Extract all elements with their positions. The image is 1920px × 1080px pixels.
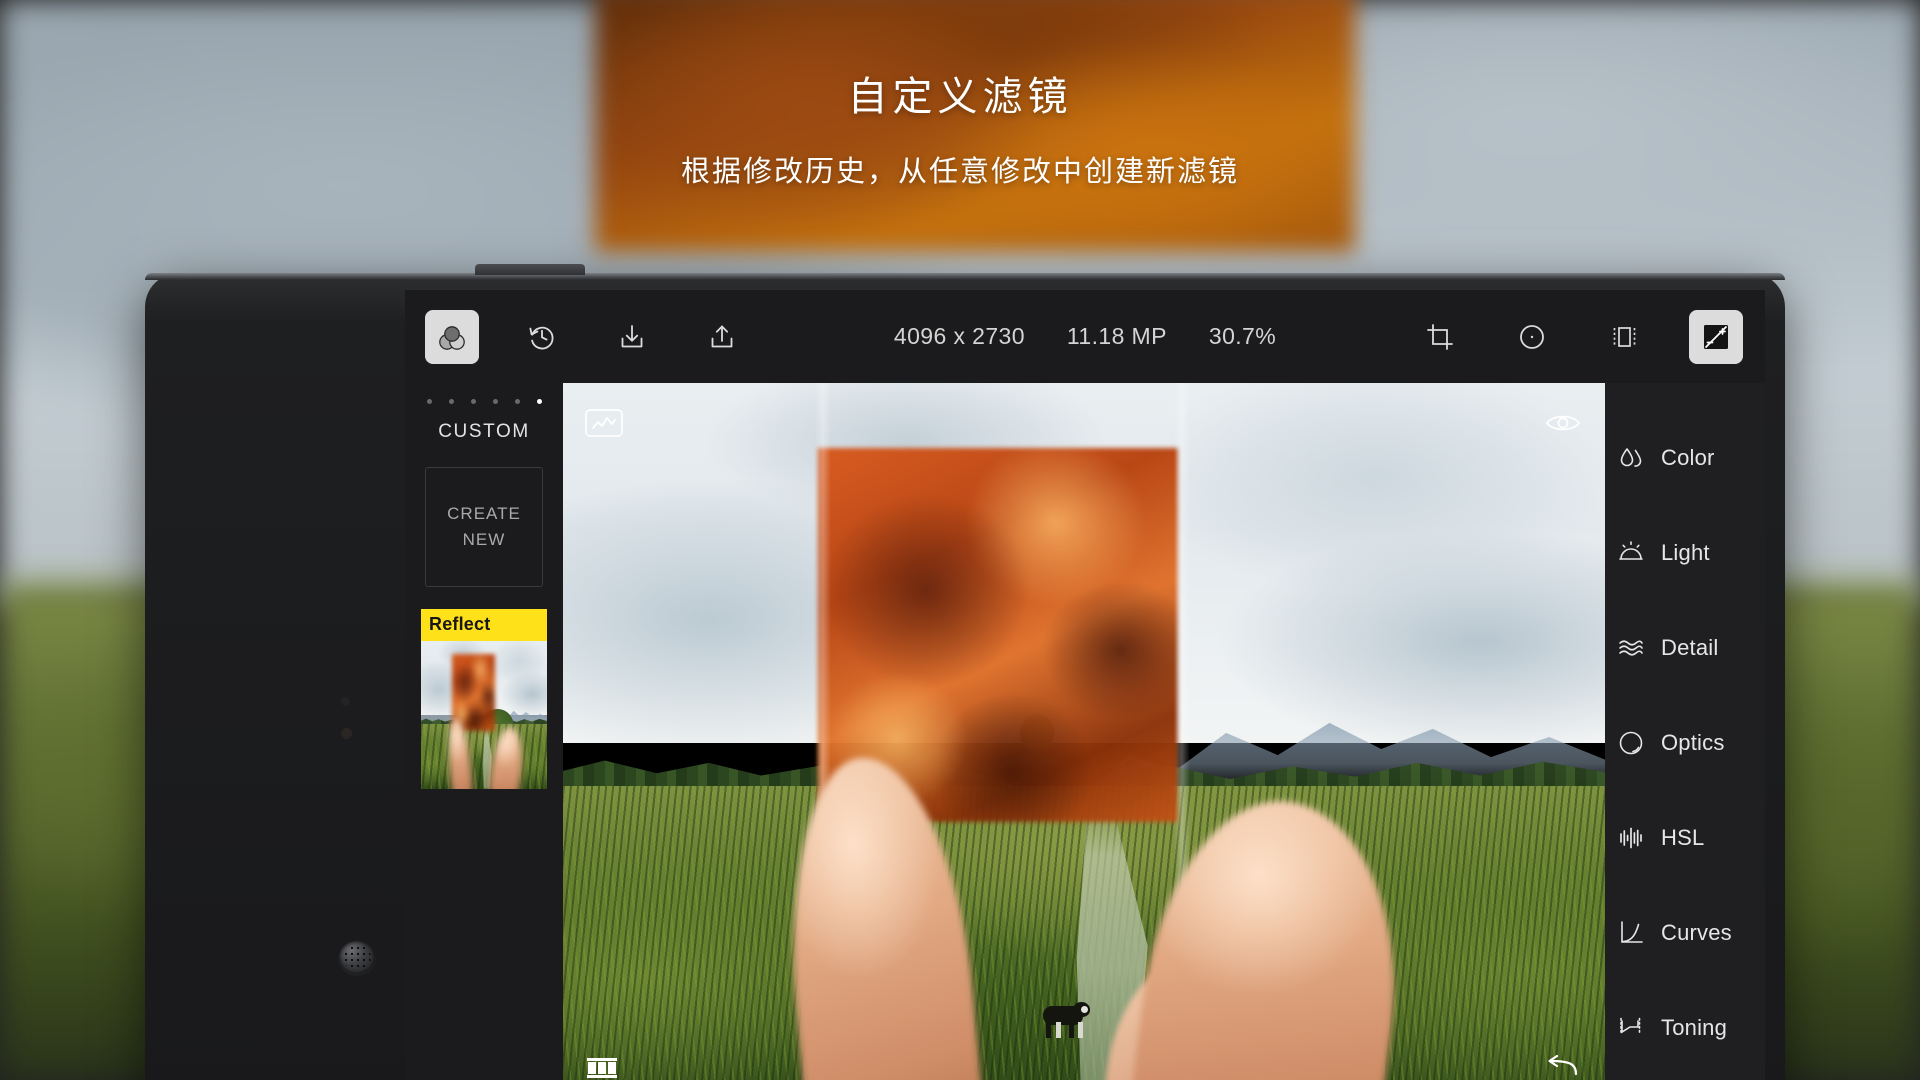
presets-title: CUSTOM <box>438 421 530 442</box>
adjustment-item-curves[interactable]: Curves <box>1605 885 1765 980</box>
histogram-icon[interactable] <box>585 409 623 437</box>
adjustment-label: Color <box>1661 444 1715 470</box>
adjustment-label: Light <box>1661 539 1710 565</box>
pagination-dot[interactable] <box>448 399 454 404</box>
droplets-icon <box>1617 444 1645 472</box>
promo-subheadline: 根据修改历史，从任意修改中创建新滤镜 <box>680 156 1239 188</box>
preset-thumbnail-photo <box>421 641 547 789</box>
pagination-dot[interactable] <box>514 399 520 404</box>
curve-graph-icon <box>1617 919 1645 947</box>
waves-icon <box>1617 634 1645 662</box>
toning-split-icon <box>1617 1014 1645 1042</box>
adjustments-panel: Color Light Detail Optics HSL Curves Ton… <box>1605 383 1765 1080</box>
edited-photo <box>563 383 1605 1080</box>
eye-preview-icon[interactable] <box>1545 407 1581 439</box>
sun-horizon-icon <box>1617 539 1645 567</box>
adjustment-item-color[interactable]: Color <box>1605 410 1765 505</box>
filters-button[interactable] <box>425 309 479 364</box>
adjustment-label: Detail <box>1661 634 1719 660</box>
phone-speaker-grille <box>339 941 375 974</box>
create-new-label-line1: CREATE <box>447 503 521 523</box>
phone-device: 4096 x 2730 11.18 MP 30.7% CUSTOM CREATE… <box>145 264 1785 1080</box>
filmstrip-glyph <box>587 1058 617 1078</box>
crop-icon <box>1427 323 1453 350</box>
before-after-split-icon <box>1704 324 1728 349</box>
crop-button[interactable] <box>1413 310 1467 364</box>
frame-dashed-icon <box>1613 326 1636 347</box>
pagination-dot[interactable] <box>470 399 476 404</box>
phone-sensor-dot-secondary <box>341 728 352 739</box>
app-body: CUSTOM CREATE NEW Reflect Color Light De… <box>405 383 1765 1080</box>
filmstrip-icon[interactable] <box>585 1055 619 1080</box>
image-dimensions: 4096 x 2730 <box>893 323 1025 349</box>
share-upload-icon <box>711 325 733 347</box>
top-toolbar: 4096 x 2730 11.18 MP 30.7% <box>405 290 1765 383</box>
pagination-dot-active[interactable] <box>536 399 542 404</box>
pagination-dot[interactable] <box>426 399 432 404</box>
zoom-level: 30.7% <box>1208 323 1277 349</box>
presets-panel: CUSTOM CREATE NEW Reflect <box>405 383 563 1080</box>
preset-thumbnail <box>421 641 547 789</box>
lens-circle-icon <box>1617 729 1645 757</box>
promo-text-block: 自定义滤镜 根据修改历史，从任意修改中创建新滤镜 <box>0 72 1920 190</box>
photo-dog <box>1037 1002 1093 1044</box>
preset-label: Reflect <box>421 609 547 641</box>
circle-dot-icon <box>1520 324 1544 349</box>
equalizer-bars-icon <box>1617 824 1645 852</box>
adjustment-item-toning[interactable]: Toning <box>1605 980 1765 1075</box>
history-button[interactable] <box>515 310 569 364</box>
presets-pagination[interactable] <box>405 399 563 404</box>
toolbar-right-group <box>1413 309 1765 364</box>
history-clock-icon <box>529 326 554 349</box>
adjustment-item-light[interactable]: Light <box>1605 505 1765 600</box>
adjustment-label: Curves <box>1661 919 1732 945</box>
preset-card-reflect[interactable]: Reflect <box>421 609 547 789</box>
undo-arrow-icon[interactable] <box>1545 1053 1579 1079</box>
create-new-label-line2: NEW <box>462 530 506 549</box>
adjustment-item-optics[interactable]: Optics <box>1605 695 1765 790</box>
pagination-dot[interactable] <box>492 399 498 404</box>
download-icon <box>621 324 643 347</box>
adjustment-item-detail[interactable]: Detail <box>1605 600 1765 695</box>
photo-canvas[interactable] <box>563 383 1605 1080</box>
download-button[interactable] <box>605 310 659 364</box>
phone-top-nub <box>475 264 585 275</box>
share-button[interactable] <box>695 310 749 364</box>
adjustment-label: HSL <box>1661 824 1705 850</box>
adjustment-label: Optics <box>1661 729 1725 755</box>
screenshot-stage: 自定义滤镜 根据修改历史，从任意修改中创建新滤镜 4096 x 2730 11.… <box>0 0 1920 1080</box>
create-new-preset-button[interactable]: CREATE NEW <box>425 467 543 587</box>
eye-icon <box>1545 415 1581 431</box>
adjustment-item-hsl[interactable]: HSL <box>1605 790 1765 885</box>
promo-headline: 自定义滤镜 <box>847 75 1073 119</box>
toolbar-left-group <box>405 309 749 364</box>
app-screen: 4096 x 2730 11.18 MP 30.7% CUSTOM CREATE… <box>405 290 1765 1080</box>
transform-button[interactable] <box>1597 310 1651 364</box>
image-megapixels: 11.18 MP <box>1066 323 1167 349</box>
compare-button[interactable] <box>1689 309 1743 364</box>
adjustment-label: Toning <box>1661 1014 1728 1040</box>
color-circles-icon <box>439 325 465 350</box>
radial-button[interactable] <box>1505 310 1559 364</box>
phone-sensor-dot <box>341 697 350 706</box>
